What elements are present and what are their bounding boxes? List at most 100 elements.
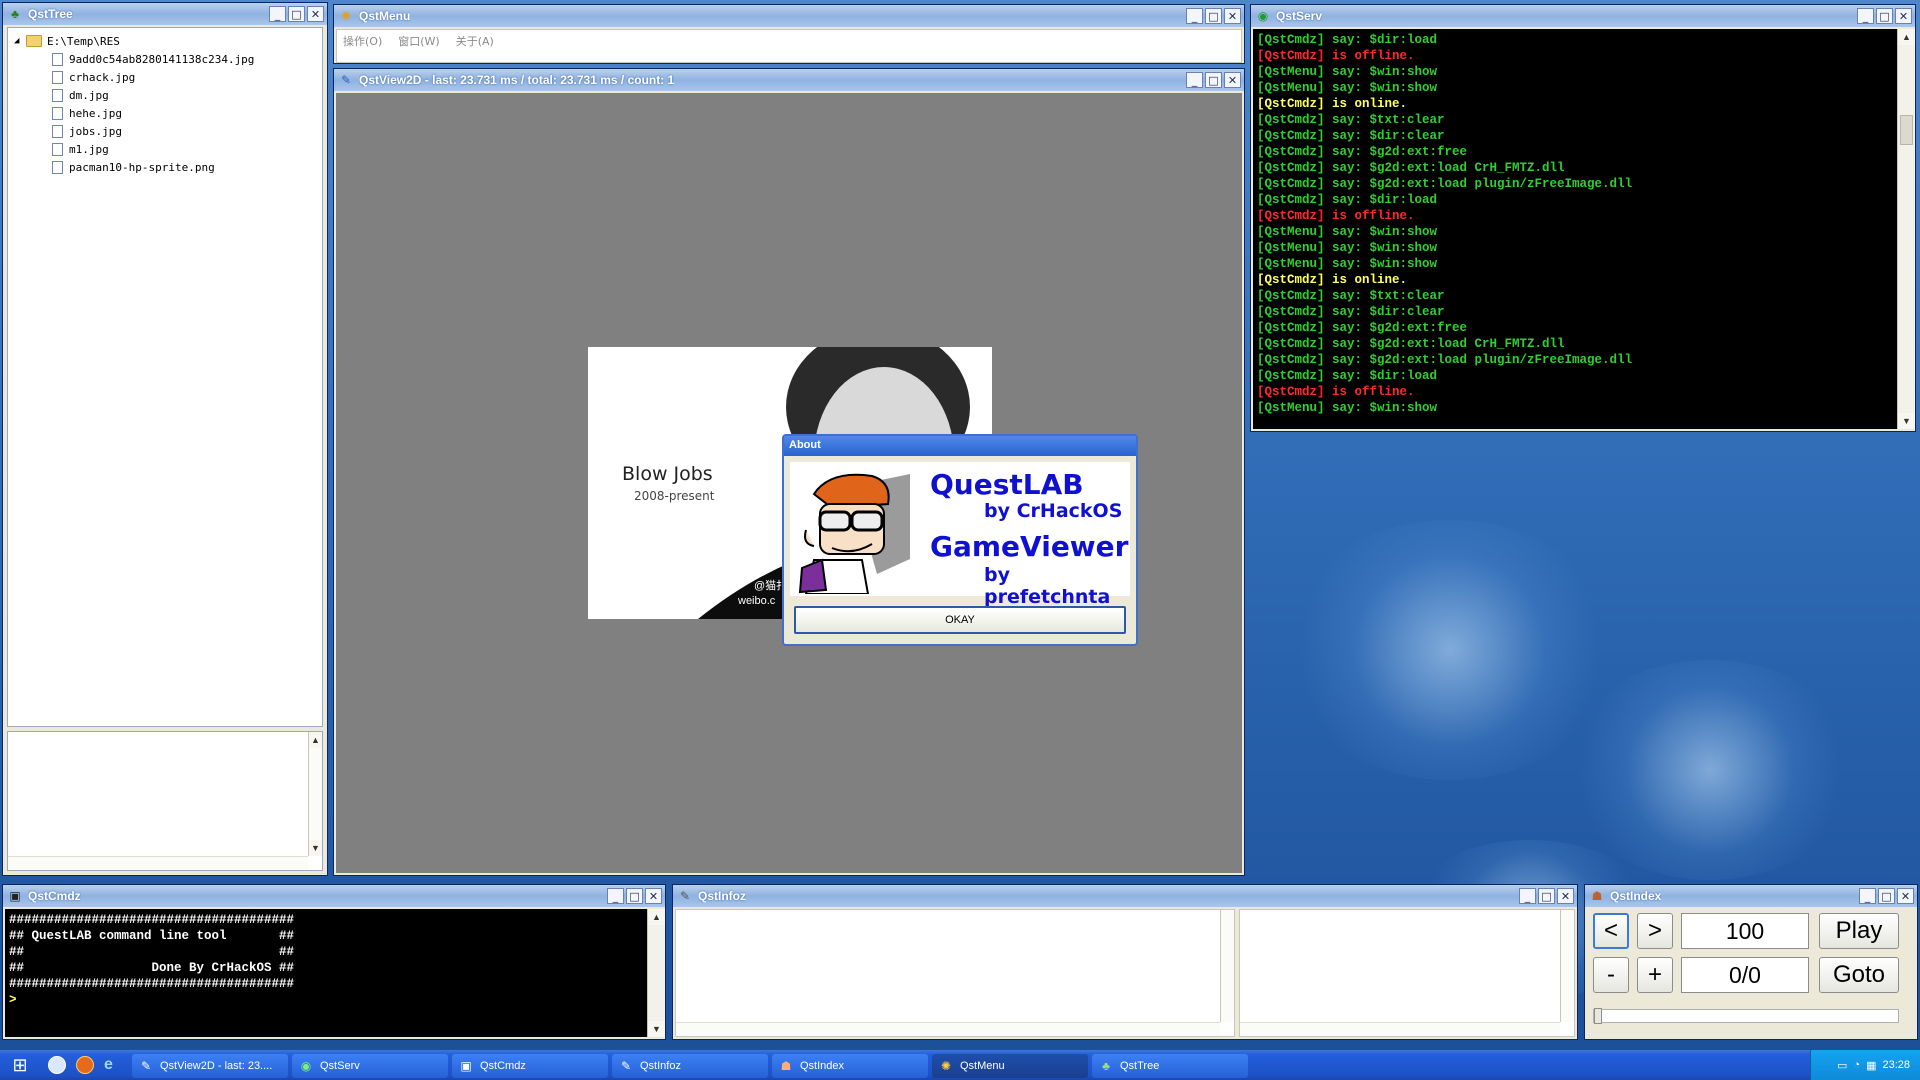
tree-file-item[interactable]: crhack.jpg bbox=[8, 68, 322, 86]
scroll-thumb[interactable] bbox=[1900, 115, 1913, 145]
play-button[interactable]: Play bbox=[1819, 913, 1899, 949]
firefox-icon[interactable] bbox=[76, 1056, 94, 1074]
task-qstcmdz[interactable]: ▣ QstCmdz bbox=[452, 1054, 608, 1078]
task-label: QstMenu bbox=[960, 1060, 1005, 1072]
log-text: say: $dir:clear bbox=[1324, 305, 1445, 319]
maximize-button[interactable]: □ bbox=[1878, 888, 1895, 904]
tree-file-label: 9add0c54ab8280141138c234.jpg bbox=[69, 52, 255, 66]
qstview-titlebar[interactable]: ✎ QstView2D - last: 23.731 ms / total: 2… bbox=[334, 69, 1244, 91]
close-button[interactable]: ✕ bbox=[1557, 888, 1574, 904]
maximize-button[interactable]: □ bbox=[288, 6, 305, 22]
qstindex-titlebar[interactable]: ☗ QstIndex _ □ ✕ bbox=[1585, 885, 1917, 907]
menu-item-operate[interactable]: 操作(O) bbox=[343, 33, 382, 49]
next-button[interactable]: > bbox=[1637, 913, 1673, 949]
close-button[interactable]: ✕ bbox=[645, 888, 662, 904]
task-qstindex[interactable]: ☗ QstIndex bbox=[772, 1054, 928, 1078]
scrollbar[interactable] bbox=[1220, 910, 1234, 1022]
close-button[interactable]: ✕ bbox=[1224, 8, 1241, 24]
close-button[interactable]: ✕ bbox=[1895, 8, 1912, 24]
prev-button[interactable]: < bbox=[1593, 913, 1629, 949]
log-line: [QstCmdz] say: $txt:clear bbox=[1257, 112, 1893, 128]
maximize-button[interactable]: □ bbox=[1205, 72, 1222, 88]
qstmenu-titlebar[interactable]: ✺ QstMenu _ □ ✕ bbox=[334, 5, 1244, 27]
maximize-button[interactable]: □ bbox=[1876, 8, 1893, 24]
h-scrollbar[interactable] bbox=[8, 856, 308, 870]
tree-file-item[interactable]: 9add0c54ab8280141138c234.jpg bbox=[8, 50, 322, 68]
command-prompt[interactable]: > bbox=[9, 992, 643, 1008]
h-scrollbar[interactable] bbox=[1240, 1022, 1560, 1036]
qstcmdz-titlebar[interactable]: ▣ QstCmdz _ □ ✕ bbox=[3, 885, 665, 907]
tree-file-item[interactable]: hehe.jpg bbox=[8, 104, 322, 122]
server-log[interactable]: [QstCmdz] say: $dir:load [QstCmdz] is off… bbox=[1253, 29, 1897, 429]
browser-icon[interactable] bbox=[48, 1056, 66, 1074]
scroll-up-icon[interactable]: ▲ bbox=[309, 732, 322, 748]
close-button[interactable]: ✕ bbox=[1897, 888, 1914, 904]
scrollbar[interactable]: ▲ ▼ bbox=[647, 909, 665, 1037]
file-tree[interactable]: ◢ E:\Temp\RES 9add0c54ab8280141138c234.j… bbox=[7, 27, 323, 727]
info-panel-right[interactable] bbox=[1239, 909, 1575, 1037]
info-panel-left[interactable] bbox=[675, 909, 1235, 1037]
minimize-button[interactable]: _ bbox=[269, 6, 286, 22]
start-button[interactable]: ⊞ bbox=[0, 1050, 40, 1080]
minimize-button[interactable]: _ bbox=[1186, 72, 1203, 88]
maximize-button[interactable]: □ bbox=[626, 888, 643, 904]
scroll-up-icon[interactable]: ▲ bbox=[648, 909, 665, 925]
qsttree-titlebar[interactable]: ♣ QstTree _ □ ✕ bbox=[3, 3, 327, 25]
task-qsttree[interactable]: ♣ QstTree bbox=[1092, 1054, 1248, 1078]
position-display[interactable]: 0/0 bbox=[1681, 957, 1809, 993]
maximize-button[interactable]: □ bbox=[1205, 8, 1222, 24]
command-console[interactable]: ###################################### #… bbox=[5, 909, 647, 1037]
maximize-button[interactable]: □ bbox=[1538, 888, 1555, 904]
collapse-icon[interactable]: ◢ bbox=[14, 36, 26, 46]
log-line: [QstCmdz] is offline. bbox=[1257, 48, 1893, 64]
h-scrollbar[interactable] bbox=[676, 1022, 1220, 1036]
close-button[interactable]: ✕ bbox=[307, 6, 324, 22]
task-qstmenu[interactable]: ✺ QstMenu bbox=[932, 1054, 1088, 1078]
slider-handle[interactable] bbox=[1594, 1008, 1602, 1024]
task-label: QstInfoz bbox=[640, 1060, 681, 1072]
tree-file-item[interactable]: jobs.jpg bbox=[8, 122, 322, 140]
scroll-down-icon[interactable]: ▼ bbox=[648, 1021, 665, 1037]
task-qstview[interactable]: ✎ QstView2D - last: 23.... bbox=[132, 1054, 288, 1078]
scroll-up-icon[interactable]: ▲ bbox=[1898, 29, 1915, 45]
scrollbar[interactable]: ▲ ▼ bbox=[1897, 29, 1915, 429]
minimize-button[interactable]: _ bbox=[1859, 888, 1876, 904]
minus-button[interactable]: - bbox=[1593, 957, 1629, 993]
tree-root[interactable]: ◢ E:\Temp\RES bbox=[8, 32, 322, 50]
tree-root-label: E:\Temp\RES bbox=[47, 34, 120, 48]
ie-icon[interactable]: e bbox=[104, 1056, 113, 1074]
about-titlebar[interactable]: About bbox=[784, 436, 1136, 456]
task-qstinfoz[interactable]: ✎ QstInfoz bbox=[612, 1054, 768, 1078]
menu-item-about[interactable]: 关于(A) bbox=[456, 33, 494, 49]
network-icon[interactable]: ▭ bbox=[1837, 1059, 1847, 1072]
step-input[interactable]: 100 bbox=[1681, 913, 1809, 949]
clock[interactable]: 23:28 bbox=[1882, 1059, 1910, 1071]
scroll-down-icon[interactable]: ▼ bbox=[309, 840, 322, 856]
tree-file-item[interactable]: pacman10-hp-sprite.png bbox=[8, 158, 322, 176]
minimize-button[interactable]: _ bbox=[1186, 8, 1203, 24]
volume-icon[interactable]: ◔ bbox=[1853, 1059, 1860, 1071]
plus-button[interactable]: + bbox=[1637, 957, 1673, 993]
goto-button[interactable]: Goto bbox=[1819, 957, 1899, 993]
window-title: QstMenu bbox=[359, 9, 411, 23]
index-slider[interactable] bbox=[1593, 1008, 1899, 1024]
qstserv-titlebar[interactable]: ◉ QstServ _ □ ✕ bbox=[1251, 5, 1915, 27]
minimize-button[interactable]: _ bbox=[607, 888, 624, 904]
tree-file-item[interactable]: m1.jpg bbox=[8, 140, 322, 158]
okay-button[interactable]: OKAY bbox=[794, 606, 1126, 634]
grid-icon[interactable]: ▦ bbox=[1866, 1059, 1876, 1072]
menu-app-icon: ✺ bbox=[340, 9, 352, 23]
minimize-button[interactable]: _ bbox=[1857, 8, 1874, 24]
tree-file-item[interactable]: dm.jpg bbox=[8, 86, 322, 104]
scroll-down-icon[interactable]: ▼ bbox=[1898, 413, 1915, 429]
task-qstserv[interactable]: ◉ QstServ bbox=[292, 1054, 448, 1078]
system-tray: ▭ ◔ ▦ 23:28 bbox=[1810, 1050, 1920, 1080]
scrollbar[interactable] bbox=[1560, 910, 1574, 1022]
minimize-button[interactable]: _ bbox=[1519, 888, 1536, 904]
scrollbar[interactable]: ▲ ▼ bbox=[308, 732, 322, 856]
log-line: [QstCmdz] say: $dir:clear bbox=[1257, 304, 1893, 320]
qstinfoz-titlebar[interactable]: ✎ QstInfoz _ □ ✕ bbox=[673, 885, 1577, 907]
menu-item-window[interactable]: 窗口(W) bbox=[398, 33, 439, 49]
log-text: is offline. bbox=[1324, 49, 1415, 63]
close-button[interactable]: ✕ bbox=[1224, 72, 1241, 88]
